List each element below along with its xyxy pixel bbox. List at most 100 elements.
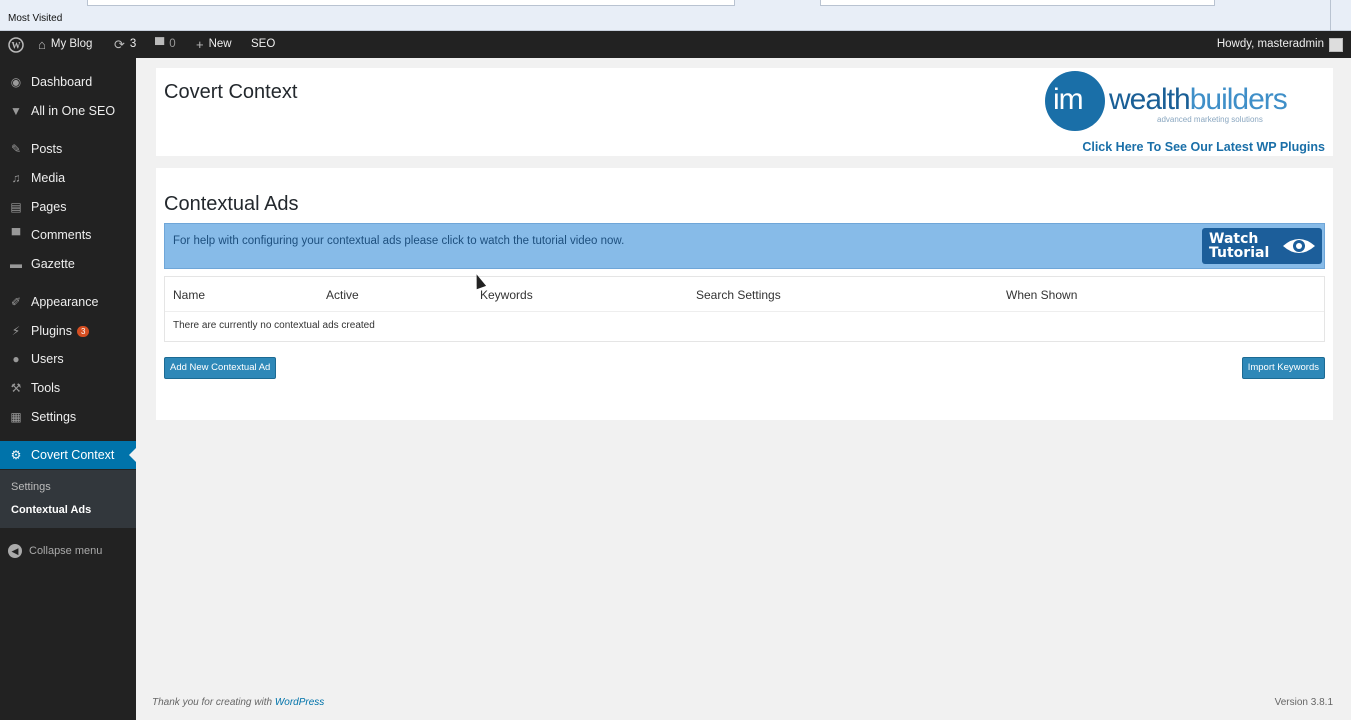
avatar [1329, 37, 1343, 52]
comment-icon: ▀ [155, 37, 165, 52]
media-icon: ♫ [11, 171, 21, 185]
seo-shield-icon: ▼ [10, 104, 22, 118]
sidebar-item-tools[interactable]: ⚒ Tools [0, 375, 136, 401]
sidebar-item-all-in-one-seo[interactable]: ▼ All in One SEO [0, 98, 136, 124]
admin-bar-comments[interactable]: ▀ 0 [155, 31, 176, 58]
admin-bar-account[interactable]: Howdy, masteradmin [1217, 31, 1343, 58]
sidebar-item-users[interactable]: ● Users [0, 346, 136, 372]
admin-bar-seo[interactable]: SEO [251, 31, 275, 58]
admin-bar-new[interactable]: + New [196, 31, 232, 58]
refresh-icon: ⟳ [114, 37, 125, 52]
table-divider [165, 311, 1324, 312]
sidebar-item-label: Comments [31, 228, 92, 242]
column-header-keywords[interactable]: Keywords [480, 288, 533, 302]
sidebar-item-label: Media [31, 171, 66, 185]
section-title: Contextual Ads [164, 193, 299, 215]
dashboard-icon: ◉ [10, 75, 22, 89]
submenu-contextual-ads[interactable]: Contextual Ads [11, 504, 91, 516]
collapse-label: Collapse menu [29, 545, 103, 557]
wordpress-link[interactable]: WordPress [275, 697, 324, 708]
sidebar-item-label: Appearance [31, 295, 99, 309]
svg-text:W: W [12, 40, 21, 50]
logo-wordmark: wealthbuilders [1109, 83, 1288, 116]
brush-icon: ✐ [10, 295, 22, 309]
toolbar-divider [1330, 0, 1331, 31]
footer-version: Version 3.8.1 [1274, 697, 1333, 708]
pages-icon: ▤ [10, 200, 22, 214]
plug-icon: ⚡ [11, 324, 21, 338]
empty-table-message: There are currently no contextual ads cr… [173, 320, 375, 331]
sidebar-item-media[interactable]: ♫ Media [0, 165, 136, 191]
sidebar-item-label: Tools [31, 381, 61, 395]
comments-icon: ▀ [11, 228, 21, 242]
sidebar-item-comments[interactable]: ▀ Comments [0, 222, 136, 248]
new-label: New [208, 38, 232, 50]
column-header-search-settings[interactable]: Search Settings [696, 288, 781, 302]
sidebar-item-label: Settings [31, 410, 77, 424]
watch-tutorial-label: Watch Tutorial [1209, 231, 1270, 261]
howdy-text: Howdy, masteradmin [1216, 38, 1324, 50]
user-icon: ● [12, 352, 20, 366]
import-keywords-button[interactable]: Import Keywords [1241, 357, 1325, 379]
sidebar-item-label: Gazette [31, 257, 75, 271]
sidebar-item-dashboard[interactable]: ◉ Dashboard [0, 69, 136, 95]
sidebar-item-posts[interactable]: ✎ Posts [0, 136, 136, 162]
admin-sidebar: ◉ Dashboard ▼ All in One SEO ✎ Posts ♫ M… [0, 58, 136, 720]
admin-bar: W ⌂ My Blog ⟳ 3 ▀ 0 + New SEO Howdy, mas… [0, 31, 1351, 58]
admin-bar-updates[interactable]: ⟳ 3 [114, 31, 136, 58]
page-title: Covert Context [164, 81, 298, 103]
logo-im-text: im [1053, 83, 1084, 116]
gazette-icon: ▬ [10, 257, 22, 271]
current-menu-arrow [129, 448, 136, 462]
eye-icon [1283, 239, 1315, 253]
sidebar-item-label: Covert Context [31, 448, 115, 462]
help-text: For help with configuring your contextua… [173, 235, 625, 247]
sidebar-item-label: Dashboard [31, 75, 93, 89]
wordpress-logo-icon[interactable]: W [8, 31, 24, 58]
browser-search-box[interactable] [820, 0, 1215, 6]
sidebar-item-covert-context[interactable]: ⚙ Covert Context [0, 441, 136, 469]
sidebar-item-label: Pages [31, 200, 67, 214]
seo-label: SEO [251, 38, 276, 50]
logo-tagline: advanced marketing solutions [1157, 115, 1263, 124]
help-banner: For help with configuring your contextua… [164, 223, 1325, 269]
covert-context-submenu: Settings Contextual Ads [0, 470, 136, 528]
sidebar-item-plugins[interactable]: ⚡ Plugins 3 [0, 318, 136, 344]
site-name: My Blog [50, 38, 93, 50]
watch-tutorial-button[interactable]: Watch Tutorial [1202, 228, 1322, 264]
admin-bar-site[interactable]: ⌂ My Blog [38, 31, 92, 58]
sidebar-item-settings[interactable]: ▦ Settings [0, 404, 136, 430]
add-contextual-ad-button[interactable]: Add New Contextual Ad [164, 357, 277, 379]
submenu-settings[interactable]: Settings [11, 481, 51, 493]
gear-icon: ⚙ [10, 448, 22, 462]
collapse-arrow-icon: ◀ [8, 544, 22, 558]
sidebar-item-label: Posts [31, 142, 63, 156]
pin-icon: ✎ [10, 142, 22, 156]
plugins-update-badge: 3 [77, 325, 90, 337]
imwealthbuilders-logo[interactable]: im wealthbuilders advanced marketing sol… [1045, 71, 1303, 135]
address-bar[interactable] [87, 0, 735, 6]
collapse-menu-button[interactable]: ◀ Collapse menu [8, 544, 102, 558]
comments-count: 0 [169, 38, 176, 50]
wrench-icon: ⚒ [10, 381, 22, 395]
sidebar-item-gazette[interactable]: ▬ Gazette [0, 251, 136, 277]
sidebar-item-label: Users [31, 352, 64, 366]
plugin-header-panel: Covert Context im wealthbuilders advance… [156, 68, 1333, 156]
column-header-active[interactable]: Active [326, 288, 359, 302]
updates-count: 3 [129, 38, 137, 50]
sidebar-item-label: Plugins [31, 324, 72, 338]
settings-grid-icon: ▦ [10, 410, 22, 424]
bookmark-most-visited[interactable]: Most Visited [8, 13, 62, 24]
sidebar-item-label: All in One SEO [31, 104, 116, 118]
contextual-ads-table: Name Active Keywords Search Settings Whe… [164, 276, 1325, 342]
home-icon: ⌂ [38, 37, 46, 52]
plus-icon: + [196, 37, 204, 52]
sidebar-item-appearance[interactable]: ✐ Appearance [0, 289, 136, 315]
sidebar-item-pages[interactable]: ▤ Pages [0, 194, 136, 220]
column-header-name[interactable]: Name [173, 288, 205, 302]
browser-toolbar: Most Visited [0, 0, 1351, 31]
contextual-ads-panel: Contextual Ads For help with configuring… [156, 168, 1333, 420]
latest-plugins-link[interactable]: Click Here To See Our Latest WP Plugins [1082, 140, 1325, 154]
column-header-when-shown[interactable]: When Shown [1006, 288, 1077, 302]
footer-thanks: Thank you for creating with WordPress [152, 697, 325, 708]
